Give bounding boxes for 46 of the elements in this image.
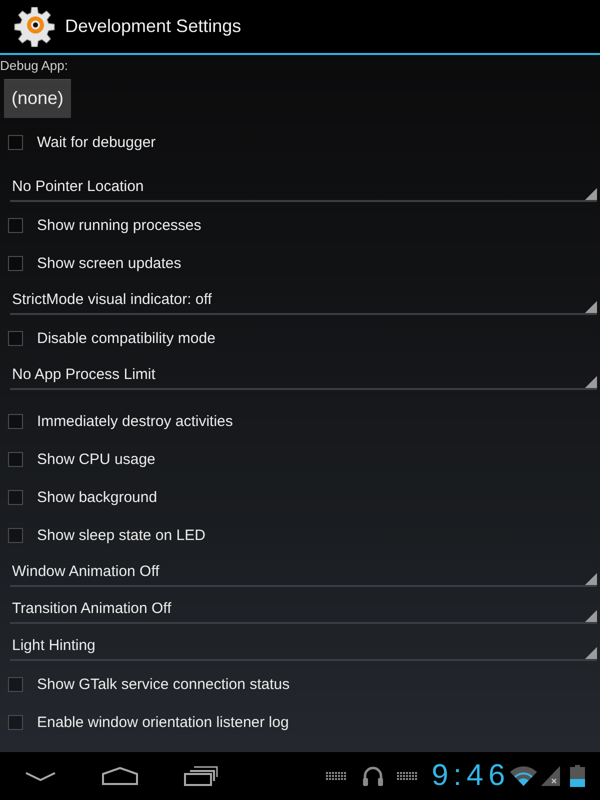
checkbox-label: Wait for debugger <box>37 134 156 150</box>
dropdown-corner-icon <box>585 573 597 585</box>
wifi-icon <box>510 766 537 786</box>
checkbox-label: Show running processes <box>37 216 202 234</box>
dropdown-corner-icon <box>585 188 597 200</box>
checkbox-label: Disable compatibility mode <box>37 330 216 346</box>
checkbox-label: Show GTalk service connection status <box>37 676 290 692</box>
dropdown-corner-icon <box>585 376 597 388</box>
dropdown[interactable]: No App Process Limit <box>10 357 597 390</box>
checkbox-label: Show sleep state on LED <box>37 526 206 544</box>
dropdown-corner-icon <box>585 647 597 659</box>
app-title: Development Settings <box>65 16 242 37</box>
signal-icon <box>541 766 560 786</box>
checkbox[interactable] <box>8 218 23 232</box>
field-label: Debug App: <box>0 57 69 74</box>
dropdown[interactable]: Light Hinting <box>10 628 597 661</box>
checkbox[interactable] <box>8 330 23 346</box>
recent-apps-icon[interactable] <box>184 766 218 786</box>
checkbox[interactable] <box>8 414 23 428</box>
status-clock: 9:46 <box>432 761 510 791</box>
gear-icon <box>14 6 55 46</box>
home-icon[interactable] <box>102 767 138 785</box>
checkbox[interactable] <box>8 490 23 504</box>
checkbox[interactable] <box>8 676 23 692</box>
headphones-icon <box>362 766 384 786</box>
back-icon[interactable] <box>25 772 56 780</box>
battery-icon <box>570 765 585 787</box>
checkbox[interactable] <box>8 528 23 542</box>
keyboard-icon <box>326 772 346 780</box>
checkbox-label: Show CPU usage <box>37 450 156 468</box>
dropdown[interactable]: StrictMode visual indicator: off <box>10 282 597 315</box>
dropdown[interactable]: Window Animation Off <box>10 554 597 587</box>
checkbox[interactable] <box>8 256 23 270</box>
app-picker-button[interactable]: (none) <box>4 79 71 118</box>
checkbox-label: Show background <box>37 488 158 506</box>
dropdown-corner-icon <box>585 301 597 313</box>
keyboard-icon <box>396 772 417 780</box>
dropdown[interactable]: Transition Animation Off <box>10 591 597 624</box>
dropdown[interactable]: No Pointer Location <box>10 169 597 202</box>
dropdown-corner-icon <box>585 610 597 622</box>
checkbox[interactable] <box>8 134 23 150</box>
checkbox[interactable] <box>8 714 23 730</box>
checkbox-label: Show screen updates <box>37 254 182 272</box>
checkbox-label: Immediately destroy activities <box>37 412 233 430</box>
checkbox[interactable] <box>8 452 23 466</box>
checkbox-label: Enable window orientation listener log <box>37 714 289 730</box>
